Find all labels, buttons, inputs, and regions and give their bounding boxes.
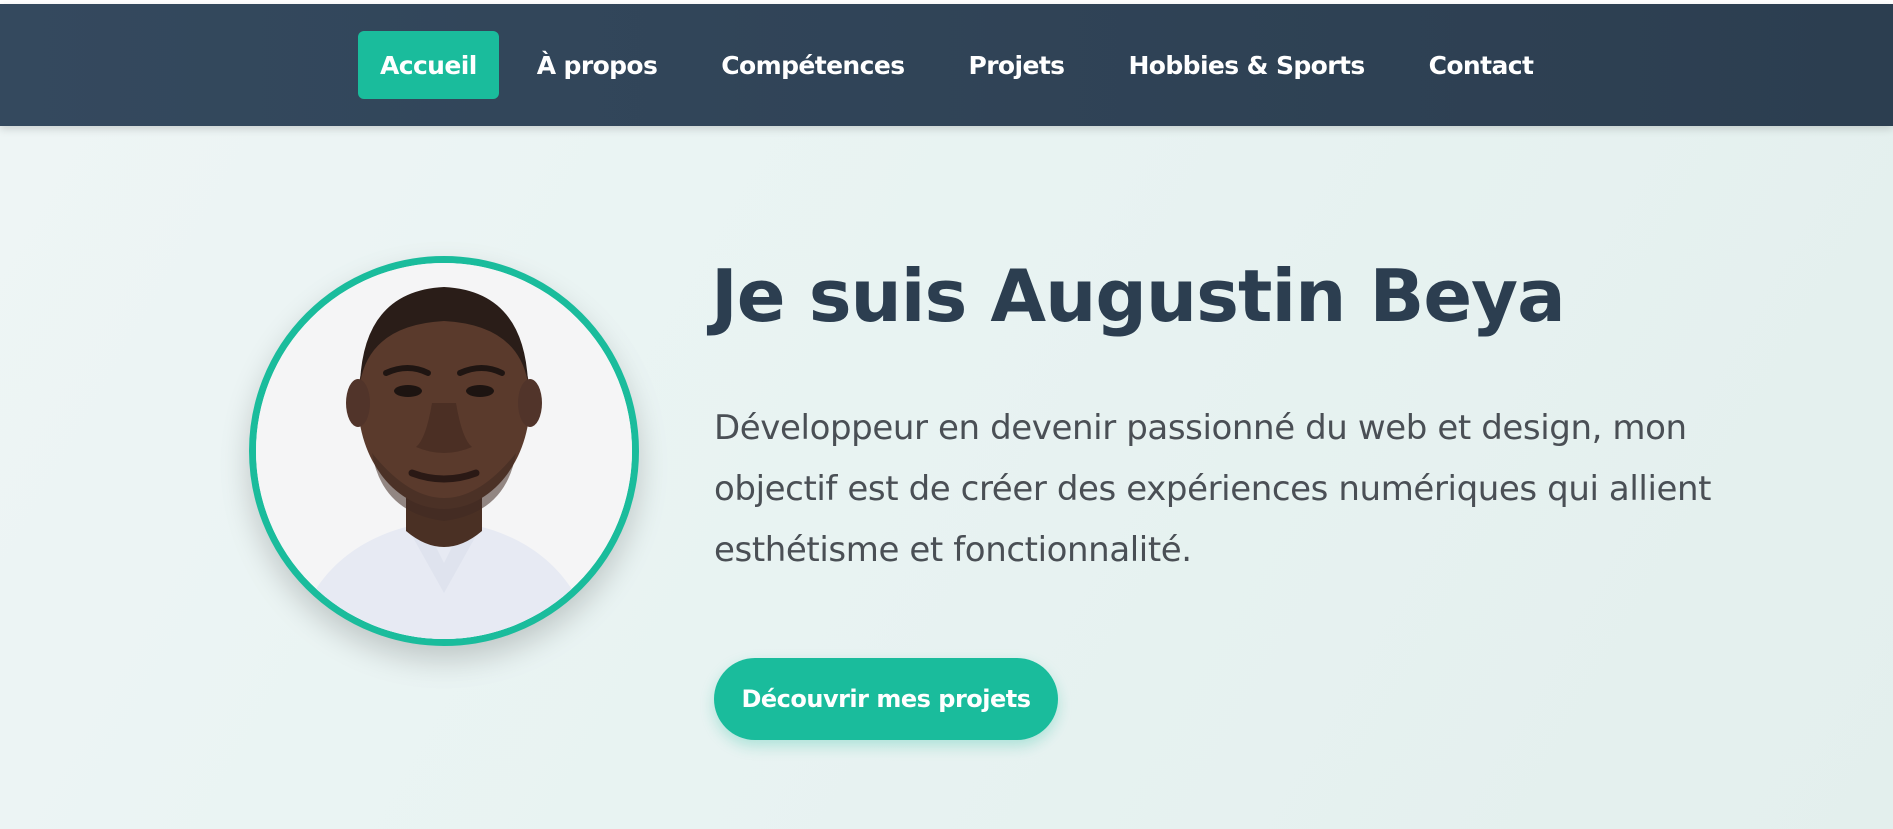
nav-item-a-propos[interactable]: À propos xyxy=(507,31,688,99)
nav-item-accueil[interactable]: Accueil xyxy=(358,31,499,99)
profile-avatar xyxy=(249,256,639,646)
hero-description: Développeur en devenir passionné du web … xyxy=(714,408,1712,570)
hero-title: Je suis Augustin Beya xyxy=(711,254,1566,338)
nav-item-contact[interactable]: Contact xyxy=(1399,31,1564,99)
nav-item-hobbies-sports[interactable]: Hobbies & Sports xyxy=(1098,31,1394,99)
hero-section: Je suis Augustin Beya Développeur en dev… xyxy=(0,126,1893,829)
nav-list: Accueil À propos Compétences Projets Hob… xyxy=(358,31,1567,99)
main-navbar: Accueil À propos Compétences Projets Hob… xyxy=(0,4,1893,126)
nav-item-projets[interactable]: Projets xyxy=(938,31,1094,99)
profile-photo-icon xyxy=(256,263,632,639)
discover-projects-button[interactable]: Découvrir mes projets xyxy=(714,658,1058,740)
nav-item-competences[interactable]: Compétences xyxy=(691,31,934,99)
